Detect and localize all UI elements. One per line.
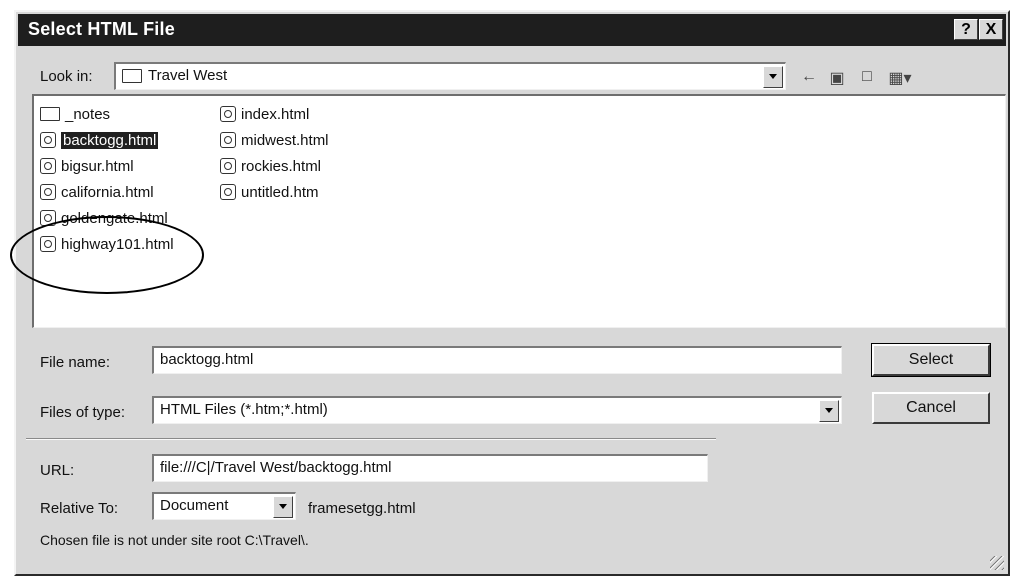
- file-item-bigsur[interactable]: bigsur.html: [40, 158, 134, 180]
- select-button[interactable]: Select: [871, 343, 991, 377]
- file-item-label: _notes: [65, 106, 111, 123]
- file-name-input[interactable]: backtogg.html: [152, 346, 842, 374]
- look-in-label: Look in:: [40, 68, 93, 85]
- url-value: file:///C|/Travel West/backtogg.html: [160, 459, 392, 476]
- folder-icon: [40, 107, 60, 121]
- relative-to-select[interactable]: Document: [152, 492, 296, 520]
- files-of-type-label: Files of type:: [40, 404, 126, 421]
- file-item-label: bigsur.html: [61, 158, 134, 175]
- help-button[interactable]: ?: [954, 19, 978, 40]
- file-item-label: untitled.htm: [241, 184, 319, 201]
- html-file-icon: [220, 106, 236, 122]
- file-item-untitled[interactable]: untitled.htm: [220, 184, 319, 206]
- html-file-icon: [220, 132, 236, 148]
- html-file-icon: [40, 158, 56, 174]
- file-item-california[interactable]: california.html: [40, 184, 154, 206]
- file-item-label: midwest.html: [241, 132, 329, 149]
- select-html-file-dialog: Select HTML File ? X Look in: Travel Wes…: [14, 10, 1010, 576]
- file-item-rockies[interactable]: rockies.html: [220, 158, 321, 180]
- files-of-type-value: HTML Files (*.htm;*.html): [160, 401, 328, 418]
- annotation-ellipse: [10, 216, 204, 294]
- html-file-icon: [40, 132, 56, 148]
- file-item-backtogg[interactable]: backtogg.html: [40, 132, 159, 154]
- url-label: URL:: [40, 462, 75, 479]
- file-item-index[interactable]: index.html: [220, 106, 309, 128]
- url-input[interactable]: file:///C|/Travel West/backtogg.html: [152, 454, 708, 482]
- relative-to-file: framesetgg.html: [308, 500, 416, 517]
- cancel-button[interactable]: Cancel: [872, 392, 990, 424]
- file-item-midwest[interactable]: midwest.html: [220, 132, 329, 154]
- dialog-title: Select HTML File: [28, 19, 175, 39]
- look-in-dropdown-button[interactable]: [763, 66, 783, 88]
- status-text: Chosen file is not under site root C:\Tr…: [40, 532, 309, 548]
- new-folder-icon[interactable]: □: [856, 68, 878, 88]
- up-folder-icon[interactable]: ▣: [826, 68, 848, 88]
- view-menu-icon[interactable]: ▦▾: [886, 68, 914, 88]
- resize-grip-icon[interactable]: [990, 556, 1004, 570]
- html-file-icon: [220, 184, 236, 200]
- close-button[interactable]: X: [979, 19, 1003, 40]
- back-arrow-icon[interactable]: ←: [798, 68, 820, 88]
- relative-to-value: Document: [160, 497, 229, 514]
- relative-to-dropdown-button[interactable]: [273, 496, 293, 518]
- screenshot-canvas: Select HTML File ? X Look in: Travel Wes…: [0, 0, 1024, 583]
- files-of-type-select[interactable]: HTML Files (*.htm;*.html): [152, 396, 842, 424]
- file-item-notes[interactable]: _notes: [40, 106, 110, 128]
- look-in-select[interactable]: Travel West: [114, 62, 786, 90]
- separator: [26, 438, 716, 440]
- file-list[interactable]: _notes backtogg.html bigsur.html califor…: [32, 94, 1006, 328]
- file-name-label: File name:: [40, 354, 111, 371]
- file-item-label: backtogg.html: [61, 132, 159, 149]
- folder-icon: [122, 69, 142, 83]
- look-in-value: Travel West: [148, 67, 228, 84]
- file-item-label: index.html: [241, 106, 310, 123]
- file-name-value: backtogg.html: [160, 351, 254, 368]
- title-bar: Select HTML File ? X: [18, 14, 1006, 46]
- files-of-type-dropdown-button[interactable]: [819, 400, 839, 422]
- html-file-icon: [220, 158, 236, 174]
- html-file-icon: [40, 184, 56, 200]
- relative-to-label: Relative To:: [40, 500, 119, 517]
- file-item-label: rockies.html: [241, 158, 322, 175]
- file-item-label: california.html: [61, 184, 154, 201]
